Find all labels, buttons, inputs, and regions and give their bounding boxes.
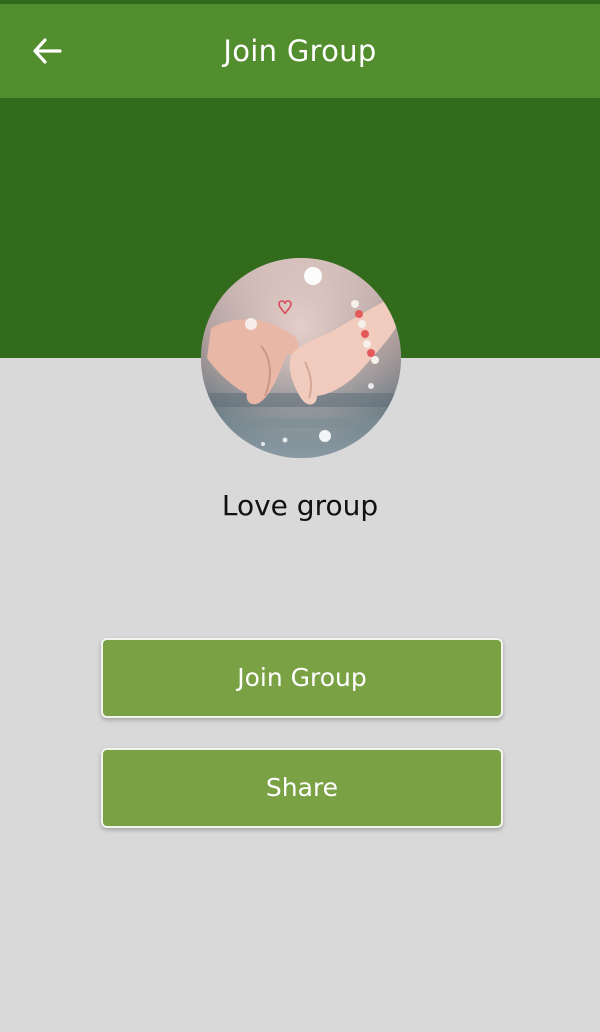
app-bar: Join Group xyxy=(0,4,600,98)
page-title: Join Group xyxy=(223,34,377,68)
back-button[interactable] xyxy=(28,34,66,72)
group-avatar xyxy=(201,258,401,458)
arrow-back-icon xyxy=(32,38,62,68)
join-group-button[interactable]: Join Group xyxy=(101,638,503,718)
share-button[interactable]: Share xyxy=(101,748,503,828)
group-name: Love group xyxy=(221,489,379,522)
